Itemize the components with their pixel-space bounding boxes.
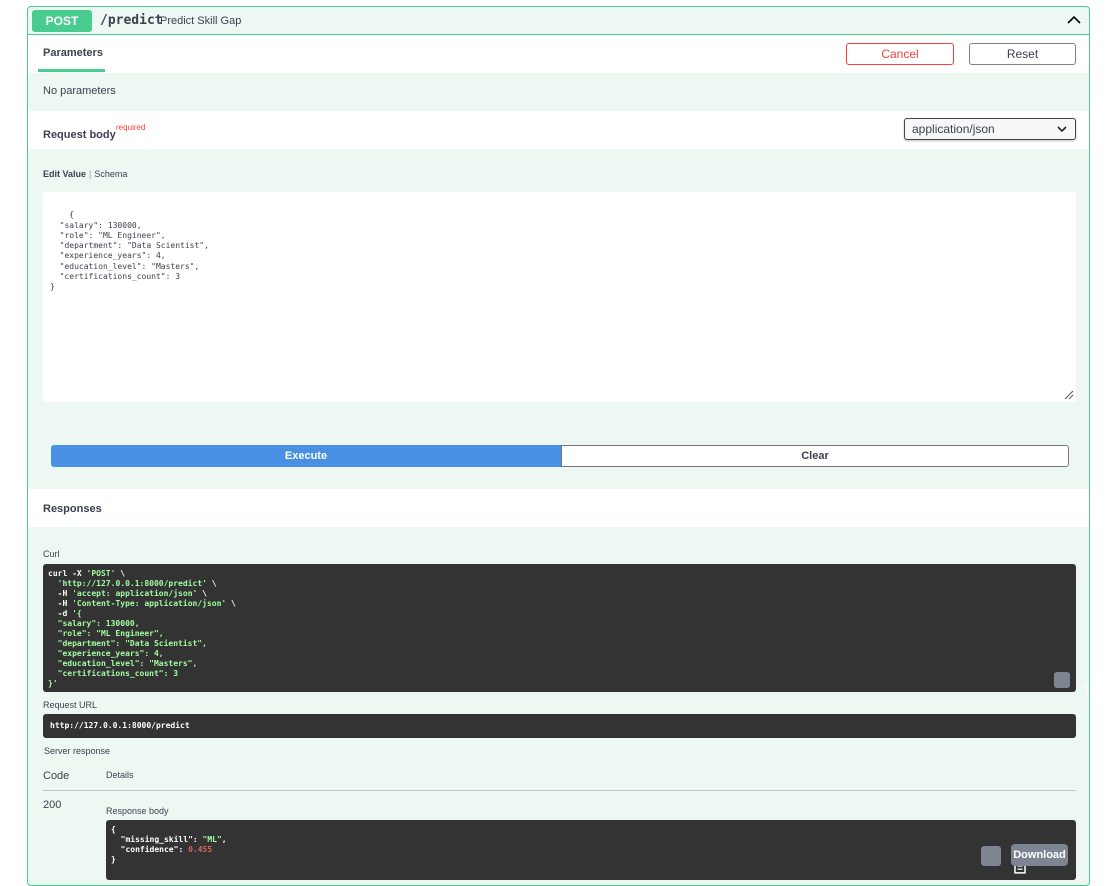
endpoint-path: /predict xyxy=(100,13,163,28)
endpoint-block: POST /predict Predict Skill Gap Paramete… xyxy=(27,6,1090,886)
curl-flag: -H xyxy=(48,589,73,598)
response-body-code: { "missing_skill": "ML", "confidence": 0… xyxy=(106,820,1076,880)
json-value-confidence: 0.455 xyxy=(188,845,213,854)
reset-button[interactable]: Reset xyxy=(969,43,1076,65)
curl-body-line: "certifications_count": 3 xyxy=(48,669,179,678)
json-key: "missing_skill" xyxy=(111,835,193,844)
execute-row: Execute Clear xyxy=(51,445,1069,467)
curl-body-line: "role": "ML Engineer", xyxy=(48,629,164,638)
table-divider xyxy=(43,790,1076,791)
curl-code: curl -X 'POST' \ 'http://127.0.0.1:8000/… xyxy=(43,564,1089,697)
json-value-missing-skill: "ML" xyxy=(202,835,222,844)
curl-flag: -H xyxy=(48,599,73,608)
no-parameters-text: No parameters xyxy=(43,85,116,97)
body-tabs: Edit Value | Schema xyxy=(43,169,128,179)
responses-header: Responses xyxy=(28,489,1089,527)
request-body-json: { "salary": 130000, "role": "ML Engineer… xyxy=(50,210,209,292)
curl-continuation: \ xyxy=(206,579,217,588)
curl-continuation: \ xyxy=(115,569,126,578)
clear-button[interactable]: Clear xyxy=(561,445,1069,467)
json-key: "confidence" xyxy=(111,845,179,854)
chevron-down-icon xyxy=(1057,126,1067,133)
curl-data-open: '{ xyxy=(72,609,82,618)
server-response-label: Server response xyxy=(44,746,111,756)
curl-body-line: "department": "Data Scientist", xyxy=(48,639,207,648)
curl-body-line: "salary": 130000, xyxy=(48,619,140,628)
code-column-header: Code xyxy=(43,770,70,782)
request-url-label: Request URL xyxy=(43,700,98,710)
execute-button[interactable]: Execute xyxy=(51,445,561,467)
content-type-select[interactable]: application/json xyxy=(904,118,1076,140)
json-comma: , xyxy=(221,835,227,844)
curl-body-line: "education_level": "Masters", xyxy=(48,659,198,668)
curl-header-content-type: 'Content-Type: application/json' xyxy=(72,599,227,608)
curl-url: 'http://127.0.0.1:8000/predict' xyxy=(57,579,207,588)
responses-title: Responses xyxy=(43,503,102,515)
chevron-up-icon[interactable] xyxy=(1065,11,1083,29)
curl-method: 'POST' xyxy=(86,569,116,578)
copy-curl-button[interactable] xyxy=(1054,672,1089,697)
parameters-header: Parameters Cancel Reset xyxy=(28,35,1089,73)
resize-handle-icon[interactable] xyxy=(1064,390,1074,400)
request-body-label: Request body xyxy=(43,129,116,141)
curl-continuation: \ xyxy=(197,589,207,598)
curl-header-accept: 'accept: application/json' xyxy=(72,589,198,598)
endpoint-summary-text: Predict Skill Gap xyxy=(160,15,242,27)
tab-schema[interactable]: Schema xyxy=(94,169,127,179)
request-url-value: http://127.0.0.1:8000/predict xyxy=(43,714,1076,738)
details-column-header: Details xyxy=(106,770,134,780)
json-brace: } xyxy=(111,855,116,864)
json-sep: : xyxy=(178,845,189,854)
curl-continuation: \ xyxy=(226,599,236,608)
response-code: 200 xyxy=(43,799,62,811)
method-badge: POST xyxy=(32,10,92,32)
endpoint-summary[interactable]: POST /predict Predict Skill Gap xyxy=(28,7,1089,35)
curl-cmd: curl -X xyxy=(48,569,87,578)
curl-flag: -d xyxy=(48,609,73,618)
clipboard-icon xyxy=(1086,684,1089,697)
request-body-header: Request body required application/json xyxy=(28,111,1089,149)
download-button[interactable]: Download xyxy=(1011,844,1068,866)
response-body-label: Response body xyxy=(106,806,169,816)
curl-body-line: "experience_years": 4, xyxy=(48,649,164,658)
json-brace: { xyxy=(111,825,116,834)
request-body-editor[interactable]: { "salary": 130000, "role": "ML Engineer… xyxy=(43,192,1076,402)
tab-edit-value[interactable]: Edit Value xyxy=(43,169,86,179)
cancel-button[interactable]: Cancel xyxy=(846,43,954,65)
tab-underline xyxy=(38,69,105,72)
curl-label: Curl xyxy=(43,549,60,559)
curl-data-close: }' xyxy=(48,679,58,688)
content-type-value: application/json xyxy=(912,122,995,136)
json-sep: : xyxy=(192,835,203,844)
copy-response-button[interactable] xyxy=(981,846,1026,874)
required-marker: required xyxy=(116,123,146,132)
tab-parameters[interactable]: Parameters xyxy=(43,47,103,59)
